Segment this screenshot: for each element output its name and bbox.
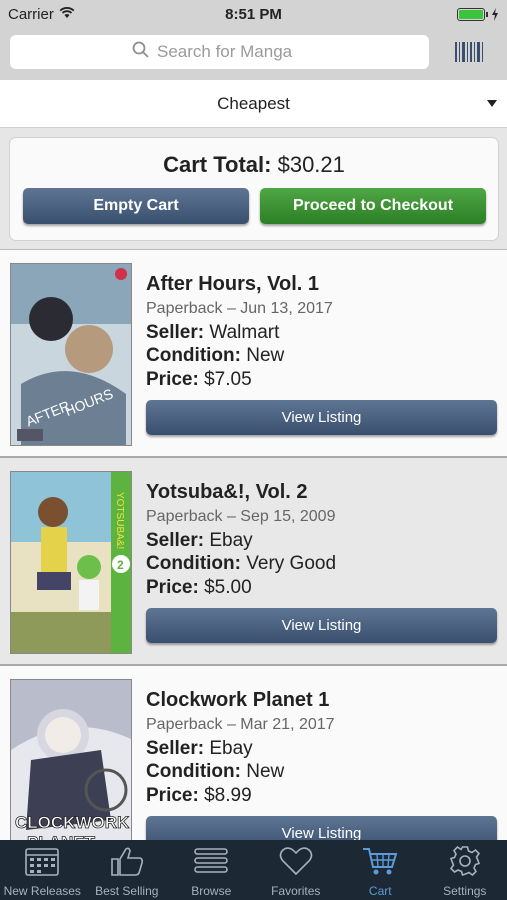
tab-cart[interactable]: Cart	[338, 840, 423, 900]
item-seller: Seller: Ebay	[146, 738, 253, 760]
tab-label: Settings	[443, 884, 487, 898]
item-format-date: Paperback – Jun 13, 2017	[146, 300, 333, 317]
item-format-date: Paperback – Mar 21, 2017	[146, 716, 335, 733]
seller-value: Ebay	[209, 530, 253, 551]
status-time: 8:51 PM	[225, 5, 282, 23]
svg-text:CLOCKWORK: CLOCKWORK	[15, 813, 130, 832]
tab-label: Favorites	[271, 884, 321, 898]
price-value: $7.05	[204, 369, 252, 390]
sort-selected-label: Cheapest	[217, 93, 290, 113]
seller-label: Seller:	[146, 738, 205, 759]
wifi-icon	[59, 6, 75, 23]
condition-value: New	[246, 345, 285, 366]
view-listing-button[interactable]: View Listing	[146, 608, 497, 643]
battery-icon	[457, 7, 499, 21]
seller-label: Seller:	[146, 530, 205, 551]
item-title: After Hours, Vol. 1	[146, 273, 319, 295]
book-cover-image[interactable]: YOTSUBA&! 2	[10, 471, 132, 654]
barcode-scanner-icon[interactable]	[454, 41, 484, 63]
seller-label: Seller:	[146, 322, 205, 343]
seller-value: Walmart	[209, 322, 280, 343]
price-value: $5.00	[204, 577, 252, 598]
tab-best-selling[interactable]: Best Selling	[85, 840, 170, 900]
price-label: Price:	[146, 369, 199, 390]
tab-label: Best Selling	[95, 884, 159, 898]
cart-item-list: AFTER HOURS After Hours, Vol. 1 Paperbac…	[0, 250, 507, 840]
view-listing-button[interactable]: View Listing	[146, 400, 497, 435]
item-seller: Seller: Ebay	[146, 530, 253, 552]
book-cover-image[interactable]: CLOCKWORK PLANET	[10, 679, 132, 840]
book-cover-image[interactable]: AFTER HOURS	[10, 263, 132, 446]
price-label: Price:	[146, 785, 199, 806]
item-condition: Condition: New	[146, 345, 284, 367]
item-price: Price: $7.05	[146, 369, 252, 391]
cart-item: YOTSUBA&! 2 Yotsuba&!, Vol. 2 Paperback …	[0, 458, 507, 666]
svg-text:PLANET: PLANET	[27, 833, 96, 840]
condition-value: New	[246, 761, 285, 782]
cart-summary: Cart Total: $30.21 Empty Cart Proceed to…	[0, 128, 507, 250]
thumbs-up-icon	[109, 845, 145, 884]
item-title: Clockwork Planet 1	[146, 689, 330, 711]
tab-settings[interactable]: Settings	[423, 840, 507, 900]
heart-icon	[278, 845, 314, 884]
tab-label: Cart	[368, 884, 392, 898]
item-format-date: Paperback – Sep 15, 2009	[146, 508, 336, 525]
empty-cart-button[interactable]: Empty Cart	[23, 188, 249, 224]
calendar-icon	[24, 845, 60, 884]
gear-icon	[447, 845, 483, 884]
status-bar: Carrier 8:51 PM	[0, 0, 507, 28]
search-field[interactable]	[10, 35, 429, 69]
cart-total-value: $30.21	[277, 152, 345, 177]
item-price: Price: $8.99	[146, 785, 252, 807]
cart-icon	[362, 845, 398, 884]
search-input[interactable]	[157, 42, 307, 62]
dropdown-caret-icon	[487, 100, 497, 107]
seller-value: Ebay	[209, 738, 253, 759]
tab-new-releases[interactable]: New Releases	[0, 840, 85, 900]
cart-total-label: Cart Total:	[163, 152, 272, 177]
price-label: Price:	[146, 577, 199, 598]
carrier-label: Carrier	[8, 5, 54, 23]
svg-text:2: 2	[117, 558, 124, 572]
tab-label: New Releases	[3, 884, 81, 898]
tab-favorites[interactable]: Favorites	[254, 840, 339, 900]
cart-total: Cart Total: $30.21	[10, 152, 498, 178]
price-value: $8.99	[204, 785, 252, 806]
svg-text:YOTSUBA&!: YOTSUBA&!	[114, 492, 125, 549]
condition-label: Condition:	[146, 761, 241, 782]
condition-value: Very Good	[246, 553, 337, 574]
search-bar	[0, 28, 507, 80]
view-listing-button[interactable]: View Listing	[146, 816, 497, 840]
item-condition: Condition: New	[146, 761, 284, 783]
item-title: Yotsuba&!, Vol. 2	[146, 481, 308, 503]
tab-browse[interactable]: Browse	[169, 840, 254, 900]
search-icon	[132, 41, 149, 63]
cart-item: CLOCKWORK PLANET Clockwork Planet 1 Pape…	[0, 666, 507, 840]
sort-dropdown[interactable]: Cheapest	[0, 80, 507, 128]
checkout-button[interactable]: Proceed to Checkout	[260, 188, 486, 224]
item-price: Price: $5.00	[146, 577, 252, 599]
condition-label: Condition:	[146, 553, 241, 574]
tab-label: Browse	[191, 884, 232, 898]
item-condition: Condition: Very Good	[146, 553, 336, 575]
cart-item: AFTER HOURS After Hours, Vol. 1 Paperbac…	[0, 250, 507, 458]
item-seller: Seller: Walmart	[146, 322, 279, 344]
cart-summary-card: Cart Total: $30.21 Empty Cart Proceed to…	[9, 137, 499, 241]
menu-icon	[193, 845, 229, 884]
condition-label: Condition:	[146, 345, 241, 366]
tab-bar: New Releases Best Selling Browse Favorit…	[0, 840, 507, 900]
